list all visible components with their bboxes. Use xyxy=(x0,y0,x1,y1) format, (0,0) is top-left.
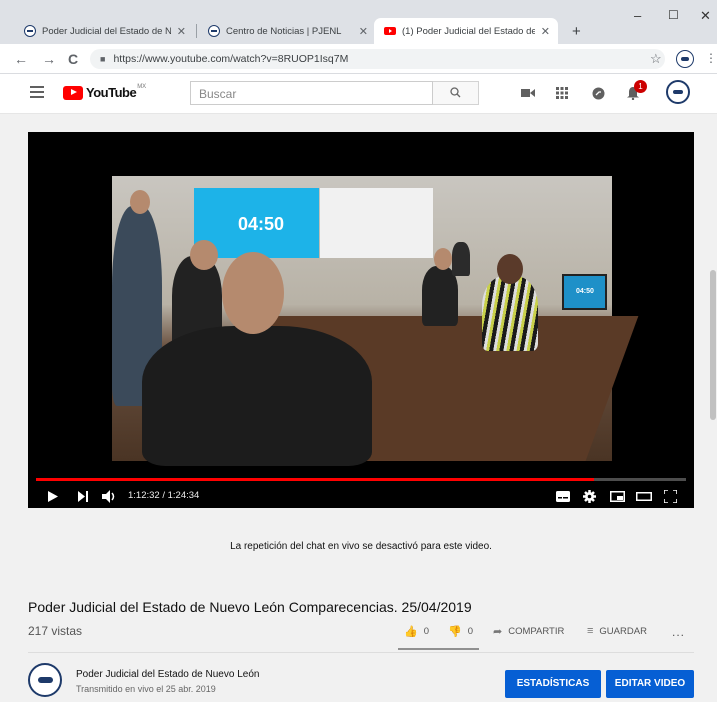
save-button[interactable]: ≡ GUARDAR xyxy=(587,625,647,637)
search-input[interactable]: Buscar xyxy=(190,81,433,105)
channel-name[interactable]: Poder Judicial del Estado de Nuevo León xyxy=(76,669,259,680)
fullscreen-icon[interactable] xyxy=(664,490,677,503)
video-frame: 04:50 04:50 xyxy=(112,176,639,466)
tab-title: Poder Judicial del Estado de Nue xyxy=(42,25,171,37)
attendee-back xyxy=(452,242,470,276)
player-controls: 1:12:32 / 1:24:34 xyxy=(28,484,694,508)
close-window-icon[interactable]: ✕ xyxy=(700,8,711,24)
theater-mode-icon[interactable] xyxy=(636,492,652,501)
wall-screen-blank xyxy=(320,188,433,258)
logo-word: YouTube xyxy=(86,85,137,100)
progress-fill xyxy=(36,478,594,481)
close-tab-icon[interactable]: ✕ xyxy=(359,25,368,38)
notification-badge: 1 xyxy=(634,80,647,93)
apps-icon[interactable] xyxy=(556,87,568,99)
miniplayer-icon[interactable] xyxy=(610,491,625,502)
foreground-figure xyxy=(142,326,372,466)
maximize-icon[interactable]: ☐ xyxy=(668,8,679,22)
share-button[interactable]: ➦ COMPARTIR xyxy=(493,625,564,638)
forward-icon[interactable]: → xyxy=(42,51,56,67)
tab-separator xyxy=(196,24,197,38)
account-avatar[interactable] xyxy=(666,80,690,104)
menu-icon[interactable] xyxy=(30,86,44,98)
settings-gear-icon[interactable] xyxy=(583,490,596,503)
dislike-button[interactable]: 👎 0 xyxy=(448,625,473,638)
foreground-head xyxy=(222,252,284,334)
attendee-right-1-head xyxy=(434,248,452,270)
monitor-clock-text: 04:50 xyxy=(576,288,594,295)
lock-icon: ■ xyxy=(100,54,106,64)
browser-tab-bar: Poder Judicial del Estado de Nue ✕ Centr… xyxy=(0,0,717,44)
minimize-icon[interactable]: – xyxy=(634,8,641,23)
tab-2[interactable]: Centro de Noticias | PJENL ✕ xyxy=(198,18,376,44)
screen-clock-text: 04:50 xyxy=(238,214,285,234)
search-icon xyxy=(450,87,461,98)
youtube-play-icon xyxy=(63,85,83,100)
bookmark-star-icon[interactable]: ☆ xyxy=(650,51,662,67)
search-button[interactable] xyxy=(433,81,479,105)
time-display: 1:12:32 / 1:24:34 xyxy=(128,490,200,501)
more-actions-button[interactable]: ... xyxy=(672,625,685,639)
stream-date: Transmitido en vivo el 25 abr. 2019 xyxy=(76,684,216,694)
tab-3-active[interactable]: (1) Poder Judicial del Estado de N ✕ xyxy=(374,18,558,44)
seal-favicon-icon xyxy=(208,25,220,37)
reload-icon[interactable]: C xyxy=(68,51,78,67)
channel-avatar[interactable] xyxy=(28,663,62,697)
page-scrollbar-thumb[interactable] xyxy=(710,270,716,420)
playlist-add-icon: ≡ xyxy=(587,625,594,637)
share-icon: ➦ xyxy=(493,626,503,638)
url-text: https://www.youtube.com/watch?v=8RUOP1Is… xyxy=(113,53,349,65)
country-code: MX xyxy=(137,83,147,90)
new-tab-button[interactable]: + xyxy=(562,18,586,44)
browser-menu-icon[interactable]: ⋮ xyxy=(705,51,717,65)
like-button[interactable]: 👍 0 xyxy=(404,625,429,638)
next-icon[interactable] xyxy=(78,491,88,502)
tab-title: (1) Poder Judicial del Estado de N xyxy=(402,25,535,37)
address-bar-row: ← → C ■ https://www.youtube.com/watch?v=… xyxy=(0,44,717,74)
view-count: 217 vistas xyxy=(28,624,83,638)
edit-video-button[interactable]: EDITAR VIDEO xyxy=(606,670,694,698)
statistics-button[interactable]: ESTADÍSTICAS xyxy=(505,670,601,698)
back-icon[interactable]: ← xyxy=(14,51,28,67)
url-field[interactable]: ■ https://www.youtube.com/watch?v=8RUOP1… xyxy=(90,49,665,69)
thumbs-up-icon: 👍 xyxy=(404,626,418,638)
volume-icon[interactable] xyxy=(102,490,118,503)
video-player[interactable]: 04:50 04:50 1:12:32 / 1:24:34 xyxy=(28,132,694,508)
section-divider xyxy=(28,652,694,653)
photographer-head xyxy=(130,190,150,214)
attendee-right-2-head xyxy=(497,254,523,284)
attendee-head xyxy=(190,240,218,270)
profile-avatar[interactable] xyxy=(676,50,694,68)
chat-replay-note: La repetición del chat en vivo se desact… xyxy=(230,541,492,552)
subtitles-icon[interactable] xyxy=(556,491,570,502)
tab-1[interactable]: Poder Judicial del Estado de Nue ✕ xyxy=(14,18,194,44)
like-count: 0 xyxy=(423,626,429,637)
close-tab-icon[interactable]: ✕ xyxy=(541,25,550,38)
sentiment-bar xyxy=(398,648,479,650)
messages-icon[interactable] xyxy=(592,87,605,100)
share-label: COMPARTIR xyxy=(508,626,565,637)
tab-title: Centro de Noticias | PJENL xyxy=(226,25,342,37)
attendee-right-2 xyxy=(482,276,538,351)
thumbs-down-icon: 👎 xyxy=(448,626,462,638)
create-video-icon[interactable] xyxy=(521,88,535,98)
progress-bar[interactable] xyxy=(36,478,686,481)
seal-favicon-icon xyxy=(24,25,36,37)
dislike-count: 0 xyxy=(467,626,473,637)
play-icon[interactable] xyxy=(48,491,58,502)
video-title: Poder Judicial del Estado de Nuevo León … xyxy=(28,599,472,615)
youtube-header: YouTube MX Buscar xyxy=(0,74,717,114)
save-label: GUARDAR xyxy=(599,625,647,637)
close-tab-icon[interactable]: ✕ xyxy=(177,25,186,38)
youtube-logo[interactable]: YouTube MX xyxy=(63,83,147,100)
side-monitor: 04:50 xyxy=(562,274,607,310)
youtube-favicon-icon xyxy=(384,27,396,35)
